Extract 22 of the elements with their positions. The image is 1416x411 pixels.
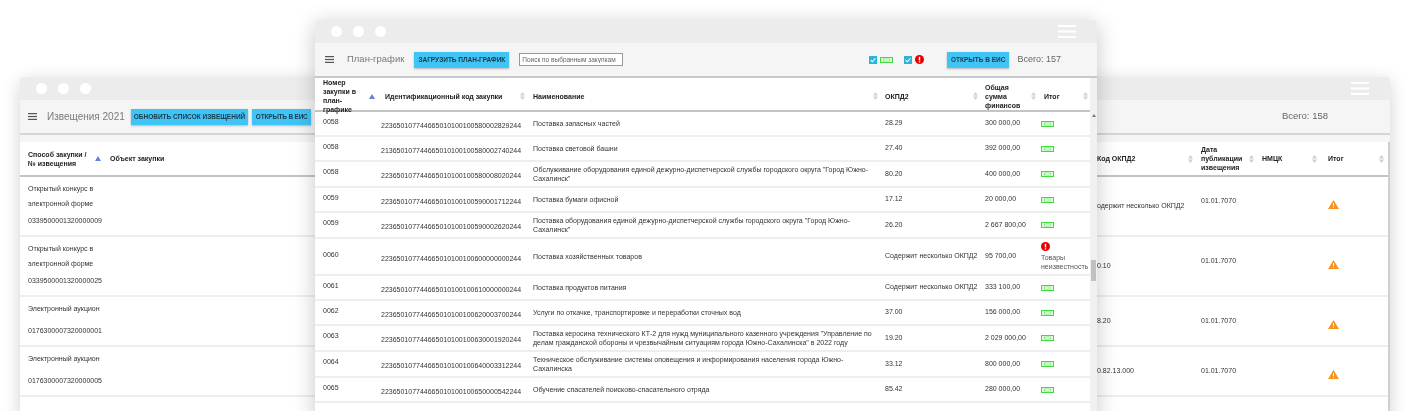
sort-icon[interactable] — [873, 92, 878, 100]
menu-icon[interactable] — [325, 56, 334, 63]
sort-icon[interactable] — [520, 92, 525, 100]
total-count: Всего: 157 — [1017, 52, 1061, 66]
sort-icon[interactable] — [1249, 154, 1254, 163]
scroll-up-icon[interactable] — [1091, 114, 1096, 117]
sort-icon[interactable] — [369, 93, 375, 99]
sort-icon[interactable] — [973, 92, 978, 100]
checkbox[interactable] — [904, 55, 913, 64]
sort-icon[interactable] — [1379, 154, 1384, 163]
checkbox[interactable] — [869, 55, 878, 64]
scrollbar-thumb[interactable] — [1091, 260, 1096, 281]
sort-icon[interactable] — [95, 156, 101, 161]
page-title: План-график — [347, 52, 405, 67]
page-title: Извещения 2021 — [47, 110, 125, 124]
sort-icon[interactable] — [1031, 92, 1036, 100]
total-count: Всего: 158 — [1281, 109, 1328, 124]
sort-icon[interactable] — [1188, 154, 1193, 163]
scrollbar[interactable] — [1090, 78, 1097, 411]
menu-icon[interactable] — [28, 113, 37, 120]
sort-icon[interactable] — [1312, 154, 1317, 163]
sort-icon[interactable] — [1083, 92, 1088, 100]
